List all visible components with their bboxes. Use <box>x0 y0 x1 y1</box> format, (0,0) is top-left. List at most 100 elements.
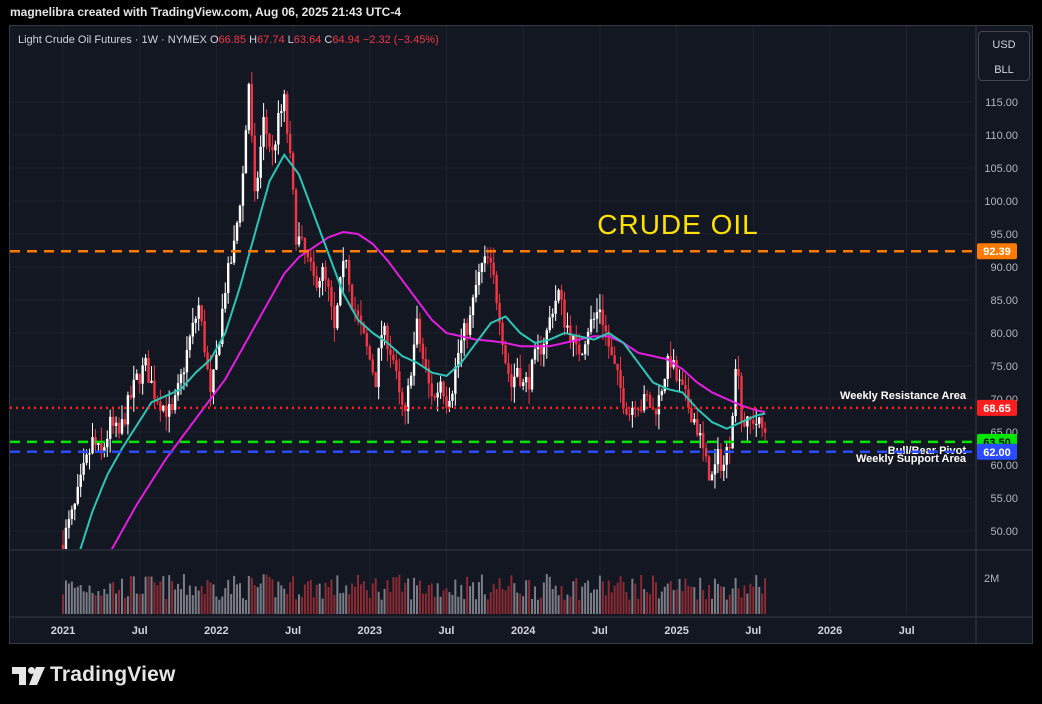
volume-bar <box>749 583 752 614</box>
candle-body <box>601 309 605 326</box>
candle-body <box>415 318 419 345</box>
candle-body <box>347 260 351 285</box>
volume-bar <box>247 575 250 614</box>
candle-body <box>409 375 413 386</box>
volume-bar <box>318 583 321 614</box>
candle-body <box>725 447 728 465</box>
candle-body <box>439 381 442 393</box>
candle-body <box>610 346 613 356</box>
unit-selector[interactable]: USD BLL <box>978 31 1030 81</box>
volume-bar <box>539 597 542 614</box>
x-tick-label: Jul <box>592 625 608 637</box>
volume-bar <box>418 580 421 614</box>
volume-bar <box>298 594 300 614</box>
volume-bar <box>451 594 454 614</box>
candle-body <box>477 271 481 286</box>
candle-body <box>604 325 607 332</box>
volume-bar <box>719 586 722 614</box>
x-tick-label: 2025 <box>664 625 688 637</box>
candle-body <box>120 419 124 434</box>
candle-body <box>740 375 743 423</box>
volume-bar <box>728 594 731 614</box>
unit-label[interactable]: BLL <box>979 64 1029 76</box>
volume-bar <box>501 589 504 614</box>
volume-bar <box>250 577 253 614</box>
volume-bar <box>159 581 162 614</box>
candle-body <box>200 305 203 322</box>
candle-body <box>519 368 522 386</box>
candle-body <box>309 257 312 262</box>
volume-bar <box>678 578 681 614</box>
symbol-name: Light Crude Oil Futures · 1W · NYMEX <box>18 34 207 46</box>
x-tick-label: Jul <box>899 625 915 637</box>
candle-body <box>616 363 619 371</box>
volume-bar <box>241 598 244 614</box>
volume-bar <box>519 593 522 614</box>
price-chart[interactable]: 50.0055.0060.0065.0070.0075.0080.0085.00… <box>0 0 1042 704</box>
volume-bar <box>610 592 613 614</box>
candle-body <box>300 236 304 238</box>
volume-bar <box>489 591 492 614</box>
candle-body <box>760 417 764 429</box>
volume-bar <box>118 589 121 614</box>
volume-bar <box>132 576 135 614</box>
candle-body <box>578 344 581 355</box>
candle-body <box>85 454 88 463</box>
candle-body <box>492 262 495 276</box>
volume-bar <box>672 589 675 614</box>
volume-bar <box>67 583 70 614</box>
y-tick-label: 50.00 <box>990 526 1018 538</box>
candle-body <box>224 293 227 309</box>
open-label: O <box>209 34 219 46</box>
volume-bar <box>483 594 486 614</box>
volume-bar <box>430 583 433 614</box>
y-tick-label: 85.00 <box>990 295 1018 307</box>
candle-body <box>73 503 76 510</box>
volume-bar <box>64 580 67 614</box>
volume-bar <box>569 596 572 614</box>
candle-body <box>132 379 135 398</box>
volume-bar <box>368 597 371 614</box>
volume-bar <box>498 578 501 614</box>
candle-body <box>114 422 118 426</box>
volume-bar <box>407 578 410 614</box>
candle-body <box>628 414 631 416</box>
volume-bar <box>209 582 212 614</box>
candle-body <box>693 419 696 423</box>
volume-bar <box>362 581 365 614</box>
volume-bar <box>622 581 625 614</box>
candle-body <box>271 146 274 151</box>
high-value: 67.74 <box>257 34 285 46</box>
candle-body <box>592 318 596 320</box>
volume-bar <box>383 588 386 614</box>
volume-bar <box>188 585 191 614</box>
volume-bar <box>312 597 315 614</box>
volume-bar <box>253 585 256 614</box>
volume-bar <box>637 598 640 614</box>
volume-bar <box>73 587 76 614</box>
x-tick-label: 2024 <box>511 625 536 637</box>
volume-bar <box>115 593 118 614</box>
volume-bar <box>79 584 82 614</box>
candle-body <box>684 384 687 390</box>
currency-label[interactable]: USD <box>979 39 1029 51</box>
volume-bar <box>477 582 480 614</box>
tradingview-brand: TradingView <box>50 663 176 686</box>
volume-bar <box>613 585 616 614</box>
candle-body <box>530 359 534 390</box>
volume-bar <box>138 593 141 614</box>
candle-body <box>153 380 156 399</box>
volume-bar <box>607 580 610 614</box>
y-tick-label: 75.00 <box>990 361 1018 373</box>
volume-bar <box>200 585 203 614</box>
volume-bar <box>330 579 333 614</box>
candle-body <box>229 262 233 264</box>
volume-bar <box>472 582 475 614</box>
y-tick-label: 100.00 <box>984 196 1018 208</box>
candle-body <box>70 509 74 520</box>
volume-bar <box>345 585 348 614</box>
candle-body <box>374 372 377 388</box>
candle-body <box>566 325 569 328</box>
volume-bar <box>681 591 684 614</box>
price-level-value: 68.65 <box>983 403 1011 415</box>
